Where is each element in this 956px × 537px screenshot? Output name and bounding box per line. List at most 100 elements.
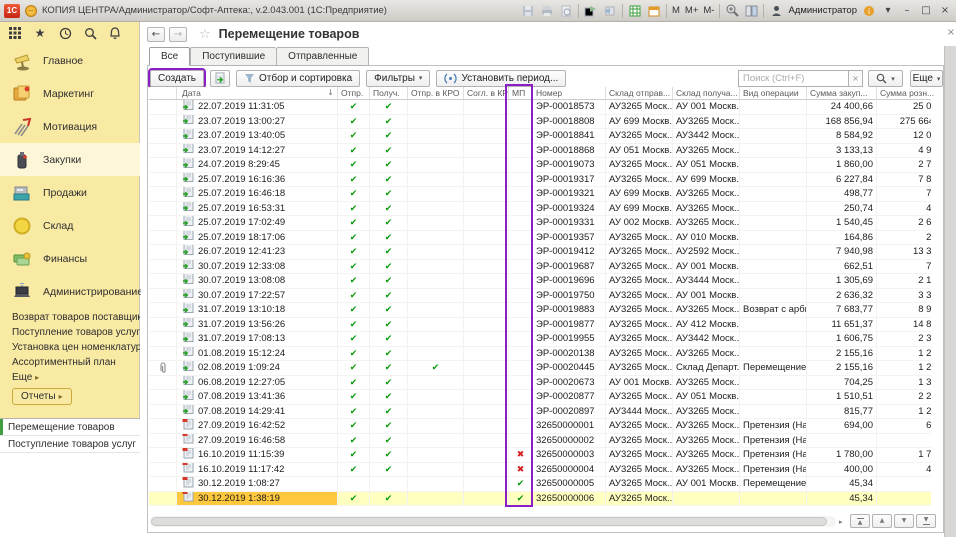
clear-search-icon[interactable]: × <box>848 70 863 87</box>
table-row[interactable]: 31.07.2019 13:56:26✔✔ЭР-00019877АУ3265 М… <box>149 318 931 333</box>
scroll-right-icon[interactable]: ▸ <box>839 518 843 526</box>
search-input[interactable] <box>738 70 848 87</box>
column-header[interactable]: Согл. в КРО <box>464 87 509 99</box>
sidebar-item-warehouse[interactable]: Склад <box>0 209 140 242</box>
tab-Все[interactable]: Все <box>149 47 190 66</box>
print-icon[interactable] <box>540 4 554 18</box>
sidebar-item-motivation[interactable]: Мотивация <box>0 110 140 143</box>
table-row[interactable]: 30.07.2019 17:22:57✔✔ЭР-00019750АУ3265 М… <box>149 289 931 304</box>
table-row[interactable]: 23.07.2019 14:12:27✔✔ЭР-00018868АУ 051 М… <box>149 144 931 159</box>
scroll-to-bottom-button[interactable]: ▼ <box>916 514 936 528</box>
search-icon[interactable] <box>83 26 97 40</box>
table-row[interactable]: 25.07.2019 16:16:36✔✔ЭР-00019317АУ3265 М… <box>149 173 931 188</box>
table-row[interactable]: 23.07.2019 13:00:27✔✔ЭР-00018808АУ 699 М… <box>149 115 931 130</box>
table-row[interactable]: 25.07.2019 17:02:49✔✔ЭР-00019331АУ 002 М… <box>149 216 931 231</box>
open-window-item[interactable]: Поступление товаров услуг <box>0 436 140 453</box>
scroll-up-button[interactable]: ▲ <box>872 514 892 528</box>
send-file-icon[interactable] <box>584 4 598 18</box>
column-header[interactable]: Отпр. <box>338 87 370 99</box>
table-row[interactable]: 31.07.2019 13:10:18✔✔ЭР-00019883АУ3265 М… <box>149 303 931 318</box>
back-button[interactable]: ← <box>147 27 165 42</box>
table-row[interactable]: 30.07.2019 12:33:08✔✔ЭР-00019687АУ3265 М… <box>149 260 931 275</box>
table-row[interactable]: 07.08.2019 14:29:41✔✔ЭР-00020897АУ3444 М… <box>149 405 931 420</box>
table-row[interactable]: 25.07.2019 16:53:31✔✔ЭР-00019324АУ 699 М… <box>149 202 931 217</box>
info-icon[interactable]: i <box>862 4 876 18</box>
table-row[interactable]: 26.07.2019 12:41:23✔✔ЭР-00019412АУ3265 М… <box>149 245 931 260</box>
table-row[interactable]: 25.07.2019 16:46:18✔✔ЭР-00019321АУ 699 М… <box>149 187 931 202</box>
zoom-icon[interactable] <box>725 4 739 18</box>
calendar-grid-icon[interactable] <box>628 4 642 18</box>
table-row[interactable]: 27.09.2019 16:46:58✔✔32650000002АУ3265 М… <box>149 434 931 449</box>
column-header[interactable]: Склад отправ... <box>606 87 673 99</box>
tray-minimize-icon[interactable]: – <box>25 5 37 17</box>
save-icon[interactable] <box>521 4 535 18</box>
table-row[interactable]: 30.07.2019 13:08:08✔✔ЭР-00019696АУ3265 М… <box>149 274 931 289</box>
table-row[interactable]: 30.12.2019 1:08:27✔32650000005АУ3265 Мос… <box>149 477 931 492</box>
column-header[interactable]: Отпр. в КРО <box>408 87 464 99</box>
forward-button[interactable]: → <box>169 27 187 42</box>
sidebar-item-lamp[interactable]: Главное <box>0 44 140 77</box>
table-row[interactable]: 07.08.2019 13:41:36✔✔ЭР-00020877АУ3265 М… <box>149 390 931 405</box>
sidebar-item-finance[interactable]: Финансы <box>0 242 140 275</box>
sidebar-item-marketing[interactable]: Маркетинг <box>0 77 140 110</box>
filter-sort-button[interactable]: Отбор и сортировка <box>236 70 360 87</box>
titlebar-dropdown-icon[interactable]: ▾ <box>881 5 895 16</box>
table-row[interactable]: 16.10.2019 11:17:42✔✔✖32650000004АУ3265 … <box>149 463 931 478</box>
memory-m-minus-button[interactable]: М- <box>703 5 714 16</box>
horizontal-scrollbar[interactable]: ▸ <box>150 515 850 528</box>
more-button[interactable]: Еще ▾ <box>910 70 943 87</box>
split-view-icon[interactable] <box>744 4 758 18</box>
table-row[interactable]: 30.12.2019 1:38:19✔✔✔32650000006АУ3265 М… <box>149 492 931 507</box>
table-row[interactable]: 24.07.2019 8:29:45✔✔ЭР-00019073АУ3265 Мо… <box>149 158 931 173</box>
memory-m-button[interactable]: М <box>672 5 680 16</box>
column-header[interactable]: МП <box>509 87 533 99</box>
print-preview-icon[interactable] <box>559 4 573 18</box>
memory-m-plus-button[interactable]: М+ <box>685 5 698 16</box>
scrollbar-thumb[interactable] <box>151 517 827 526</box>
minimize-window-icon[interactable]: – <box>900 5 914 16</box>
tab-Отправленные[interactable]: Отправленные <box>276 47 369 66</box>
sidebar-link[interactable]: Возврат товаров поставщику <box>0 310 140 325</box>
sidebar-link[interactable]: Установка цен номенклатуры <box>0 340 140 355</box>
table-row[interactable]: 16.10.2019 11:15:39✔✔✖32650000003АУ3265 … <box>149 448 931 463</box>
open-window-item[interactable]: Перемещение товаров <box>0 419 140 436</box>
tab-Поступившие[interactable]: Поступившие <box>190 47 276 66</box>
sidebar-item-sales[interactable]: Продажи <box>0 176 140 209</box>
receive-file-icon[interactable] <box>603 4 617 18</box>
column-header[interactable]: Номер <box>533 87 606 99</box>
table-row[interactable]: 06.08.2019 12:27:05✔✔ЭР-00020673АУ 001 М… <box>149 376 931 391</box>
maximize-window-icon[interactable]: □ <box>919 5 933 16</box>
column-header[interactable]: Вид операции <box>740 87 807 99</box>
column-header[interactable]: Сумма розн... <box>877 87 945 99</box>
scrollbar-track[interactable] <box>150 516 836 527</box>
column-header[interactable]: Дата↓ <box>177 87 338 99</box>
sidebar-link[interactable]: Ассортиментный план <box>0 355 140 370</box>
close-form-icon[interactable]: × <box>944 25 956 39</box>
table-row[interactable]: 23.07.2019 13:40:05✔✔ЭР-00018841АУ3265 М… <box>149 129 931 144</box>
sidebar-item-purchases[interactable]: Закупки <box>0 143 140 176</box>
menu-grid-icon[interactable] <box>8 26 22 40</box>
scroll-to-top-button[interactable]: ▲ <box>850 514 870 528</box>
notifications-bell-icon[interactable] <box>108 26 122 40</box>
table-row[interactable]: 02.08.2019 1:09:24✔✔✔ЭР-00020445АУ3265 М… <box>149 361 931 376</box>
column-header[interactable]: Склад получа... <box>673 87 740 99</box>
table-row[interactable]: 25.07.2019 18:17:06✔✔ЭР-00019357АУ3265 М… <box>149 231 931 246</box>
table-row[interactable]: 31.07.2019 17:08:13✔✔ЭР-00019955АУ3265 М… <box>149 332 931 347</box>
column-header[interactable]: Сумма закуп... <box>807 87 877 99</box>
reports-button[interactable]: Отчеты ▸ <box>12 388 72 405</box>
history-icon[interactable] <box>58 26 72 40</box>
filters-button[interactable]: Фильтры ▾ <box>366 70 430 87</box>
create-button[interactable]: Создать <box>150 70 204 87</box>
close-window-icon[interactable]: × <box>938 5 952 16</box>
favorites-star-icon[interactable]: ★ <box>33 26 47 40</box>
current-user-label[interactable]: Администратор <box>788 5 857 16</box>
set-period-button[interactable]: Установить период... <box>436 70 566 87</box>
scroll-down-button[interactable]: ▼ <box>894 514 914 528</box>
sidebar-link[interactable]: Поступление товаров услуг <box>0 325 140 340</box>
table-row[interactable]: 27.09.2019 16:42:52✔✔32650000001АУ3265 М… <box>149 419 931 434</box>
calendar-icon[interactable] <box>647 4 661 18</box>
search-options-button[interactable]: ▾ <box>868 70 903 87</box>
sidebar-item-admin[interactable]: Администрирование <box>0 275 140 308</box>
sidebar-more-link[interactable]: Еще ▸ <box>0 370 39 385</box>
table-row[interactable]: 01.08.2019 15:12:24✔✔ЭР-00020138АУ3265 М… <box>149 347 931 362</box>
